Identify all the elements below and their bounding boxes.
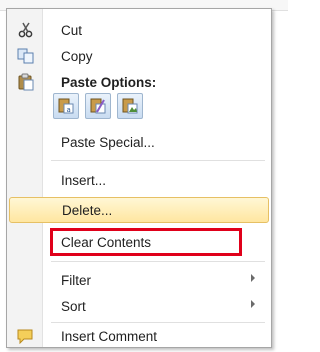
menu-separator [51, 160, 265, 161]
paste-values-button[interactable]: a [53, 93, 79, 119]
menu-item-label: Cut [61, 22, 83, 38]
menu-item-label: Paste Special... [61, 134, 155, 150]
menu-item-copy[interactable]: Copy [9, 43, 269, 69]
menu-item-sort[interactable]: Sort [9, 293, 269, 319]
paste-picture-icon [121, 97, 139, 115]
paste-options-row: a [53, 93, 143, 119]
paste-picture-button[interactable] [117, 93, 143, 119]
submenu-arrow-icon [251, 274, 255, 282]
menu-item-paste-options: Paste Options: [9, 69, 269, 95]
paste-formatting-button[interactable] [85, 93, 111, 119]
highlight-annotation-box [50, 228, 242, 256]
paste-icon [17, 73, 35, 91]
menu-item-label: Sort [61, 298, 86, 314]
context-menu-screenshot: Cut Copy Paste Options: a Paste Special.… [0, 0, 288, 352]
paste-values-icon: a [57, 97, 75, 115]
menu-item-insert-comment[interactable]: Insert Comment [9, 323, 269, 349]
svg-text:a: a [67, 106, 71, 114]
menu-item-label: Insert... [61, 172, 107, 188]
menu-item-label: Filter [61, 272, 91, 288]
menu-item-label: Delete... [62, 202, 113, 218]
menu-item-label: Insert Comment [61, 328, 158, 344]
menu-item-label: Copy [61, 48, 93, 64]
copy-icon [17, 47, 35, 65]
comment-icon [17, 327, 35, 345]
submenu-arrow-icon [251, 300, 255, 308]
menu-item-filter[interactable]: Filter [9, 267, 269, 293]
menu-item-label: Paste Options: [61, 74, 157, 90]
menu-item-paste-special[interactable]: Paste Special... [9, 129, 269, 155]
paste-formatting-icon [89, 97, 107, 115]
menu-item-delete[interactable]: Delete... [9, 197, 269, 223]
context-menu: Cut Copy Paste Options: a Paste Special.… [6, 8, 272, 348]
menu-separator [51, 261, 265, 262]
menu-item-cut[interactable]: Cut [9, 17, 269, 43]
scissors-icon [17, 21, 35, 39]
menu-item-insert[interactable]: Insert... [9, 167, 269, 193]
